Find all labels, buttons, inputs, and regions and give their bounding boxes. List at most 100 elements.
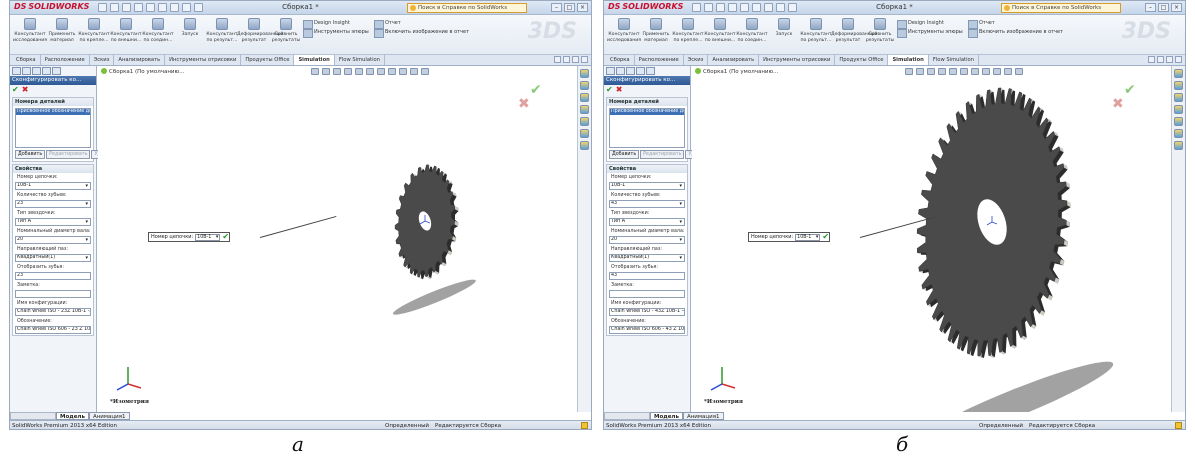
ribbon-button[interactable]: Запуск — [173, 18, 207, 38]
designation-field[interactable]: Chain wheel ISO 606 - 23 Z 10B-1 — [15, 326, 91, 334]
tab-0[interactable]: Сборка — [606, 55, 635, 65]
ribbon-button[interactable]: Консультант по соедин... — [141, 18, 175, 43]
tab-6[interactable]: Simulation — [888, 55, 929, 65]
ribbon-button[interactable]: Деформированный результат — [237, 18, 283, 43]
callout-select[interactable]: 10B-1 — [195, 233, 221, 241]
list-item[interactable]: Присвоенное обозначение детали — [610, 109, 684, 115]
ribbon-button[interactable]: Консультант по соедин... — [735, 18, 769, 43]
tab-7[interactable]: Flow Simulation — [929, 55, 979, 65]
ribbon-list-item[interactable]: Design Insight — [897, 19, 963, 29]
group-header[interactable]: Номера деталей — [13, 98, 93, 106]
tab-5[interactable]: Продукты Office — [241, 55, 295, 65]
type-select[interactable]: Тип A — [609, 218, 685, 226]
cancel-x-icon[interactable]: ✖ — [22, 85, 29, 94]
group-header[interactable]: Свойства — [607, 165, 687, 173]
show-teeth-field[interactable]: 43 — [609, 272, 685, 280]
part-number-list[interactable]: Присвоенное обозначение детали — [15, 108, 91, 148]
ribbon-list-item[interactable]: Design Insight — [303, 19, 369, 29]
task-pane-strip[interactable] — [577, 66, 591, 412]
keyway-select[interactable]: Квадратный(1) — [15, 254, 91, 262]
help-search-input[interactable]: Поиск в Справке по SolidWorks — [407, 3, 527, 13]
part-number-list[interactable]: Присвоенное обозначение детали — [609, 108, 685, 148]
chain-callout[interactable]: Номер цепочки: 10B-1 ✔ — [748, 232, 831, 242]
tab-scroll-arrows[interactable] — [604, 412, 650, 420]
ribbon-button[interactable]: Применить материал — [45, 18, 79, 43]
ribbon-button[interactable]: Консультант по крепле... — [77, 18, 111, 43]
ribbon-list-item[interactable]: Включить изображение в отчет — [374, 28, 469, 38]
window-controls[interactable]: – □ × — [1145, 3, 1182, 12]
config-field[interactable]: Chain wheel ISO - 23Z 10B-1 -23 — [15, 308, 91, 316]
ribbon-button[interactable]: Применить материал — [639, 18, 673, 43]
tab-animation[interactable]: Анимация1 — [682, 412, 724, 420]
tab-3[interactable]: Анализировать — [708, 55, 760, 65]
tab-3[interactable]: Анализировать — [114, 55, 166, 65]
shaft-select[interactable]: 20 — [609, 236, 685, 244]
ribbon-list-item[interactable]: Инструменты эпюры — [897, 28, 963, 38]
tab-6[interactable]: Simulation — [294, 55, 335, 65]
keyway-select[interactable]: Квадратный(1) — [609, 254, 685, 262]
ribbon-button[interactable]: Сравнить результаты — [863, 18, 897, 43]
cancel-x-icon[interactable]: ✖ — [616, 85, 623, 94]
comment-field[interactable] — [15, 290, 91, 298]
task-pane-strip[interactable] — [1171, 66, 1185, 412]
help-icon[interactable] — [1175, 422, 1182, 429]
ribbon-list-item[interactable]: Отчет — [968, 19, 1063, 29]
tab-5[interactable]: Продукты Office — [835, 55, 889, 65]
tab-1[interactable]: Расположение — [41, 55, 90, 65]
manager-tabs[interactable] — [10, 66, 96, 76]
teeth-select[interactable]: 23 — [15, 200, 91, 208]
type-select[interactable]: Тип A — [15, 218, 91, 226]
tab-1[interactable]: Расположение — [635, 55, 684, 65]
callout-check-icon[interactable]: ✔ — [822, 233, 829, 241]
edit-button[interactable]: Редактировать — [640, 150, 685, 159]
edit-button[interactable]: Редактировать — [46, 150, 91, 159]
tab-window-icons[interactable] — [554, 56, 588, 63]
ribbon-list-item[interactable]: Инструменты эпюры — [303, 28, 369, 38]
tab-model[interactable]: Модель — [56, 412, 89, 420]
ok-check-icon[interactable]: ✔ — [12, 85, 19, 94]
manager-tabs[interactable] — [604, 66, 690, 76]
ribbon-button[interactable]: Запуск — [767, 18, 801, 38]
tab-model[interactable]: Модель — [650, 412, 683, 420]
tab-4[interactable]: Инструменты отрисовки — [165, 55, 242, 65]
graphics-area[interactable]: Сборка1 (По умолчанию... ✔ ✖ Номер цепоч… — [692, 66, 1171, 412]
ribbon-button[interactable]: Консультант по внешни... — [109, 18, 143, 43]
add-button[interactable]: Добавить — [15, 150, 46, 159]
ribbon-button[interactable]: Консультант по внешни... — [703, 18, 737, 43]
add-button[interactable]: Добавить — [609, 150, 640, 159]
tab-7[interactable]: Flow Simulation — [335, 55, 385, 65]
group-header[interactable]: Номера деталей — [607, 98, 687, 106]
tab-window-icons[interactable] — [1148, 56, 1182, 63]
list-item[interactable]: Присвоенное обозначение детали — [16, 109, 90, 115]
teeth-select[interactable]: 43 — [609, 200, 685, 208]
ok-check-icon[interactable]: ✔ — [606, 85, 613, 94]
chain-callout[interactable]: Номер цепочки: 10B-1 ✔ — [148, 232, 231, 242]
callout-check-icon[interactable]: ✔ — [222, 233, 229, 241]
ribbon-button[interactable]: Деформированный результат — [831, 18, 877, 43]
tab-2[interactable]: Эскиз — [90, 55, 115, 65]
chain-select[interactable]: 10B-1 — [15, 182, 91, 190]
ribbon-list-item[interactable]: Отчет — [374, 19, 469, 29]
ribbon-button[interactable]: Консультант исследования — [13, 18, 47, 43]
show-teeth-field[interactable]: 23 — [15, 272, 91, 280]
callout-select[interactable]: 10B-1 — [795, 233, 821, 241]
ribbon-button[interactable]: Консультант по крепле... — [671, 18, 705, 43]
tab-4[interactable]: Инструменты отрисовки — [759, 55, 836, 65]
window-controls[interactable]: – □ × — [551, 3, 588, 12]
ribbon-button[interactable]: Консультант по результ... — [799, 18, 833, 43]
ribbon-button[interactable]: Сравнить результаты — [269, 18, 303, 43]
graphics-area[interactable]: Сборка1 (По умолчанию... ✔ ✖ Номер цепоч… — [98, 66, 577, 412]
tab-scroll-arrows[interactable] — [10, 412, 56, 420]
designation-field[interactable]: Chain wheel ISO 606 - 43 Z 10B-1 — [609, 326, 685, 334]
tab-2[interactable]: Эскиз — [684, 55, 709, 65]
help-icon[interactable] — [581, 422, 588, 429]
help-search-input[interactable]: Поиск в Справке по SolidWorks — [1001, 3, 1121, 13]
tab-animation[interactable]: Анимация1 — [88, 412, 130, 420]
comment-field[interactable] — [609, 290, 685, 298]
ribbon-button[interactable]: Консультант по результ... — [205, 18, 239, 43]
chain-select[interactable]: 10B-1 — [609, 182, 685, 190]
ribbon-button[interactable]: Консультант исследования — [607, 18, 641, 43]
config-field[interactable]: Chain wheel ISO - 43Z 10B-1 -43 — [609, 308, 685, 316]
shaft-select[interactable]: 20 — [15, 236, 91, 244]
ribbon-list-item[interactable]: Включить изображение в отчет — [968, 28, 1063, 38]
